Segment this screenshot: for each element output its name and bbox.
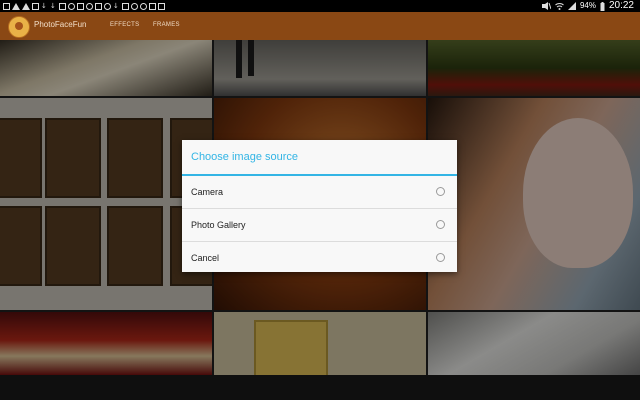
tab-effects[interactable]: EFFECTS	[110, 22, 139, 28]
info-icon	[68, 2, 75, 10]
battery-icon	[600, 1, 605, 11]
tab-frames[interactable]: FRAMES	[153, 22, 180, 28]
warning-icon	[22, 2, 30, 10]
option-label: Cancel	[191, 253, 220, 263]
option-photo-gallery[interactable]: Photo Gallery	[182, 209, 457, 241]
download-icon: ↓	[113, 1, 119, 10]
app-title: PhotoFaceFun	[34, 20, 87, 29]
warning-icon	[12, 2, 20, 10]
option-camera[interactable]: Camera	[182, 176, 457, 208]
notification-icons: ↓ ↓ ↓	[3, 0, 165, 12]
app-logo-icon[interactable]	[8, 16, 30, 38]
mute-icon	[541, 2, 551, 10]
app-bar: PhotoFaceFun EFFECTS FRAMES	[0, 12, 640, 40]
download-icon: ↓	[50, 1, 56, 10]
status-bar: ↓ ↓ ↓ 94% 20:22	[0, 0, 640, 12]
signal-icon	[567, 2, 576, 10]
notification-icon	[86, 2, 93, 10]
system-icons: 94% 20:22	[541, 0, 634, 12]
radio-button[interactable]	[436, 187, 445, 196]
radio-button[interactable]	[436, 220, 445, 229]
radio-button[interactable]	[436, 253, 445, 262]
notification-icon	[95, 2, 102, 10]
notification-icon	[104, 2, 111, 10]
dialog-title: Choose image source	[191, 151, 299, 163]
option-label: Camera	[191, 187, 224, 197]
clock: 20:22	[608, 0, 634, 11]
wifi-icon	[555, 3, 564, 10]
option-label: Photo Gallery	[191, 220, 246, 230]
download-icon: ↓	[41, 1, 47, 10]
notification-icon	[122, 2, 129, 10]
notification-icon	[32, 2, 39, 10]
option-cancel[interactable]: Cancel	[182, 242, 457, 274]
notification-icon	[158, 2, 165, 10]
notification-icon	[131, 2, 138, 10]
choose-image-source-dialog: Choose image source Camera Photo Gallery…	[182, 140, 457, 272]
notification-icon	[3, 2, 10, 10]
notification-icon	[149, 2, 156, 10]
notification-icon	[140, 2, 147, 10]
notification-icon	[77, 2, 84, 10]
notification-icon	[59, 2, 66, 10]
battery-percent: 94%	[579, 1, 596, 10]
